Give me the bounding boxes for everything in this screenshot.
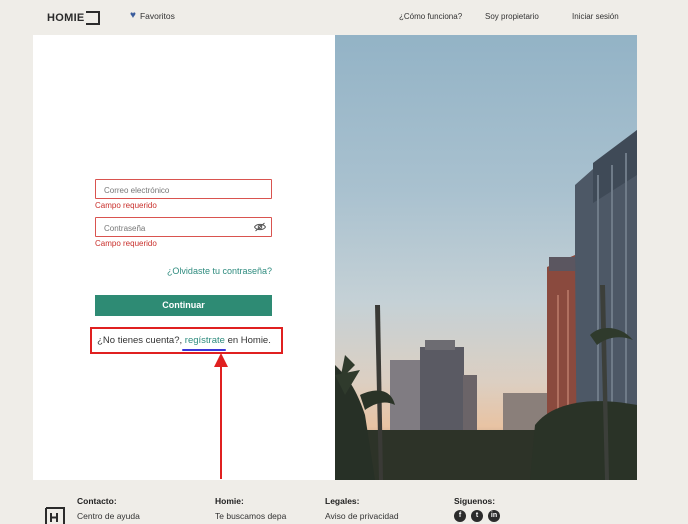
forgot-password-link[interactable]: ¿Olvidaste tu contraseña? <box>95 266 272 276</box>
register-prefix: ¿No tienes cuenta?, <box>97 335 183 346</box>
register-prompt: ¿No tienes cuenta?, regístrate en Homie. <box>33 335 335 346</box>
linkedin-icon[interactable]: in <box>488 510 500 522</box>
heart-icon: ♥ <box>130 10 136 21</box>
email-input[interactable] <box>96 181 271 200</box>
password-input[interactable] <box>96 219 271 238</box>
login-panel: Inicia sesión Campo requerido Campo requ… <box>33 35 335 480</box>
password-error: Campo requerido <box>95 239 157 248</box>
password-field-wrapper <box>95 217 272 238</box>
logo-text: HOMIE <box>47 12 85 24</box>
eye-off-icon[interactable] <box>254 222 266 232</box>
email-field-wrapper <box>95 179 272 200</box>
favorites-link[interactable]: ♥ Favoritos <box>130 10 175 22</box>
homie-logo[interactable]: HOMIE <box>47 8 100 25</box>
nav-how-it-works[interactable]: ¿Cómo funciona? <box>399 12 462 21</box>
nav-login[interactable]: Iniciar sesión <box>572 12 619 21</box>
footer-privacy-link[interactable]: Aviso de privacidad <box>325 511 399 521</box>
nav-owner[interactable]: Soy propietario <box>485 12 539 21</box>
register-link[interactable]: regístrate <box>185 335 225 346</box>
annotation-underline <box>182 349 226 351</box>
top-header: HOMIE ♥ Favoritos ¿Cómo funciona? Soy pr… <box>0 0 688 34</box>
continue-button[interactable]: Continuar <box>95 295 272 316</box>
facebook-icon[interactable]: f <box>454 510 466 522</box>
email-error: Campo requerido <box>95 201 157 210</box>
favorites-label: Favoritos <box>139 11 175 21</box>
city-photo <box>335 35 637 480</box>
footer-homie-heading: Homie: <box>215 496 244 506</box>
footer-legal-heading: Legales: <box>325 496 360 506</box>
twitter-icon[interactable]: t <box>471 510 483 522</box>
logo-mark-icon <box>85 11 100 25</box>
footer-help-center-link[interactable]: Centro de ayuda <box>77 511 140 521</box>
register-suffix: en Homie. <box>227 335 271 346</box>
homie-footer-logo-icon <box>45 507 65 524</box>
annotation-arrow-icon <box>214 353 228 479</box>
footer-follow-heading: Siguenos: <box>454 496 496 506</box>
footer-find-apartment-link[interactable]: Te buscamos depa <box>215 511 286 521</box>
city-skyline-image <box>335 130 637 480</box>
footer-contact-heading: Contacto: <box>77 496 117 506</box>
